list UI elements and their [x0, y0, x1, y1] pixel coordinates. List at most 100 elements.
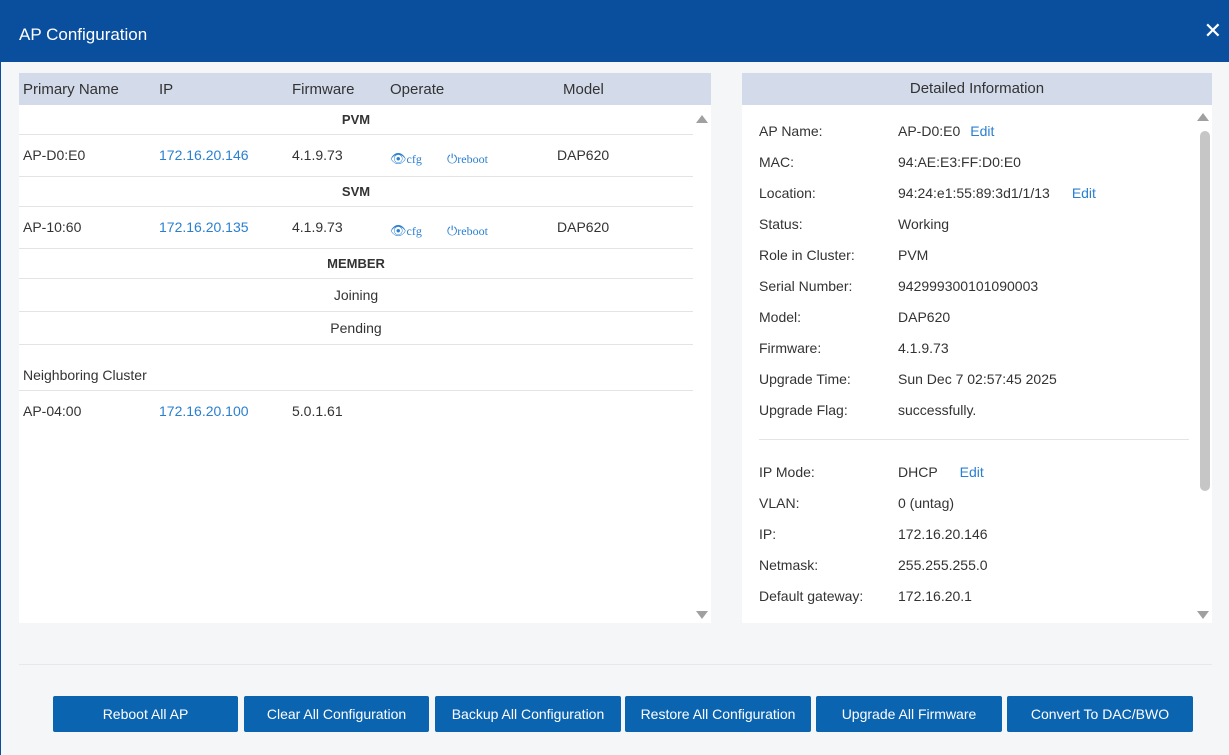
- scrollbar-thumb[interactable]: [1200, 131, 1210, 491]
- detail-upgrade-time: Upgrade Time: Sun Dec 7 02:57:45 2025: [742, 371, 1192, 391]
- scroll-down-icon[interactable]: [1197, 611, 1209, 619]
- ap-firmware-cell: 4.1.9.73: [292, 147, 343, 163]
- scroll-up-icon[interactable]: [1197, 113, 1209, 121]
- detail-ip: IP: 172.16.20.146: [742, 526, 1192, 546]
- cfg-label: cfg: [406, 152, 422, 166]
- scroll-up-icon[interactable]: [696, 115, 708, 123]
- table-row[interactable]: AP-04:00 172.16.20.100 5.0.1.61: [19, 391, 693, 433]
- edit-ap-name-link[interactable]: Edit: [970, 123, 994, 139]
- detail-value: 255.255.255.0: [898, 557, 988, 573]
- close-icon[interactable]: ✕: [1204, 18, 1222, 44]
- upgrade-all-firmware-button[interactable]: Upgrade All Firmware: [816, 696, 1002, 732]
- ap-name-cell: AP-10:60: [23, 219, 82, 235]
- detail-label: Location:: [759, 185, 816, 201]
- ap-configuration-dialog: AP Configuration ✕ Primary Name IP Firmw…: [0, 0, 1229, 755]
- detail-scrollbar[interactable]: [1194, 105, 1212, 623]
- reboot-button[interactable]: ⏻reboot: [447, 223, 488, 239]
- clear-all-configuration-button[interactable]: Clear All Configuration: [244, 696, 429, 732]
- detail-netmask: Netmask: 255.255.255.0: [742, 557, 1192, 577]
- power-icon: ⏻: [447, 223, 458, 238]
- detail-label: Upgrade Time:: [759, 371, 851, 387]
- scroll-down-icon[interactable]: [696, 611, 708, 619]
- detail-model: Model: DAP620: [742, 309, 1192, 329]
- restore-all-configuration-button[interactable]: Restore All Configuration: [625, 696, 811, 732]
- detail-value: 94:AE:E3:FF:D0:E0: [898, 154, 1021, 170]
- detail-value: 0 (untag): [898, 495, 955, 511]
- detail-value: DHCP: [898, 464, 938, 480]
- detail-label: Default gateway:: [759, 588, 864, 604]
- detail-divider: [759, 439, 1189, 440]
- detail-label: Status:: [759, 216, 803, 232]
- detail-gateway: Default gateway: 172.16.20.1: [742, 588, 1192, 608]
- edit-location-link[interactable]: Edit: [1072, 185, 1096, 201]
- detail-label: Serial Number:: [759, 278, 853, 294]
- neighboring-cluster-label: Neighboring Cluster: [23, 367, 147, 383]
- reboot-label: reboot: [457, 152, 488, 166]
- detail-value: 94:24:e1:55:89:3d1/1/13: [898, 185, 1050, 201]
- detail-ip-mode: IP Mode: DHCP Edit: [742, 464, 1192, 484]
- table-body: PVM AP-D0:E0 172.16.20.146 4.1.9.73 👁cfg…: [19, 105, 693, 433]
- power-icon: ⏻: [447, 151, 458, 166]
- group-row-svm: SVM: [19, 177, 693, 207]
- cfg-label: cfg: [406, 224, 422, 238]
- detail-label: AP Name:: [759, 123, 823, 139]
- detail-label: Role in Cluster:: [759, 247, 855, 263]
- detail-value: successfully.: [898, 402, 977, 418]
- detail-label: Firmware:: [759, 340, 822, 356]
- backup-all-configuration-button[interactable]: Backup All Configuration: [435, 696, 621, 732]
- detailed-information-panel: Detailed Information AP Name: AP-D0:E0 Ed…: [742, 73, 1212, 623]
- convert-to-dac-bwo-button[interactable]: Convert To DAC/BWO: [1007, 696, 1193, 732]
- detail-value: 172.16.20.1: [898, 588, 972, 604]
- detail-label: MAC:: [759, 154, 794, 170]
- ap-name-cell: AP-D0:E0: [23, 147, 86, 163]
- detail-value: 4.1.9.73: [898, 340, 949, 356]
- reboot-label: reboot: [457, 224, 488, 238]
- detail-ap-name: AP Name: AP-D0:E0 Edit: [742, 123, 1192, 143]
- ap-model-cell: DAP620: [557, 147, 610, 163]
- eye-icon: 👁: [390, 151, 407, 166]
- column-header-firmware[interactable]: Firmware: [292, 81, 355, 98]
- ap-ip-link[interactable]: 172.16.20.100: [159, 403, 249, 419]
- detail-location: Location: 94:24:e1:55:89:3d1/1/13 Edit: [742, 185, 1192, 205]
- detail-role: Role in Cluster: PVM: [742, 247, 1192, 267]
- ap-firmware-cell: 4.1.9.73: [292, 219, 343, 235]
- title-bar: AP Configuration ✕: [1, 0, 1229, 62]
- group-row-pvm: PVM: [19, 105, 693, 135]
- detail-upgrade-flag: Upgrade Flag: successfully.: [742, 402, 1192, 422]
- column-header-primary-name[interactable]: Primary Name: [23, 81, 119, 98]
- reboot-all-ap-button[interactable]: Reboot All AP: [53, 696, 238, 732]
- ap-ip-link[interactable]: 172.16.20.135: [159, 219, 249, 235]
- column-header-ip[interactable]: IP: [159, 81, 173, 98]
- ap-firmware-cell: 5.0.1.61: [292, 403, 343, 419]
- table-scrollbar[interactable]: [693, 105, 711, 623]
- detail-value: DAP620: [898, 309, 951, 325]
- detail-value: Sun Dec 7 02:57:45 2025: [898, 371, 1057, 387]
- dialog-title: AP Configuration: [19, 25, 148, 44]
- ap-model-cell: DAP620: [557, 219, 610, 235]
- cfg-button[interactable]: 👁cfg: [390, 151, 422, 167]
- table-header: Primary Name IP Firmware Operate Model: [19, 73, 711, 105]
- ap-ip-link[interactable]: 172.16.20.146: [159, 147, 249, 163]
- detail-mac: MAC: 94:AE:E3:FF:D0:E0: [742, 154, 1192, 174]
- member-status-joining: Joining: [19, 279, 693, 312]
- footer-divider: [19, 664, 1212, 665]
- detail-vlan: VLAN: 0 (untag): [742, 495, 1192, 515]
- detail-firmware: Firmware: 4.1.9.73: [742, 340, 1192, 360]
- detail-value: PVM: [898, 247, 929, 263]
- reboot-button[interactable]: ⏻reboot: [447, 151, 488, 167]
- detail-value: 172.16.20.146: [898, 526, 988, 542]
- edit-ip-mode-link[interactable]: Edit: [960, 464, 984, 480]
- detail-value: AP-D0:E0: [898, 123, 961, 139]
- cfg-button[interactable]: 👁cfg: [390, 223, 422, 239]
- detail-label: IP:: [759, 526, 777, 542]
- table-row[interactable]: AP-D0:E0 172.16.20.146 4.1.9.73 👁cfg ⏻re…: [19, 135, 693, 177]
- detail-status: Status: Working: [742, 216, 1192, 236]
- detail-value: Working: [898, 216, 950, 232]
- neighboring-cluster-row: Neighboring Cluster: [19, 345, 693, 391]
- detail-label: Upgrade Flag:: [759, 402, 848, 418]
- table-row[interactable]: AP-10:60 172.16.20.135 4.1.9.73 👁cfg ⏻re…: [19, 207, 693, 249]
- group-row-member: MEMBER: [19, 249, 693, 279]
- column-header-operate[interactable]: Operate: [390, 81, 444, 98]
- detail-label: IP Mode:: [759, 464, 815, 480]
- column-header-model[interactable]: Model: [563, 81, 604, 98]
